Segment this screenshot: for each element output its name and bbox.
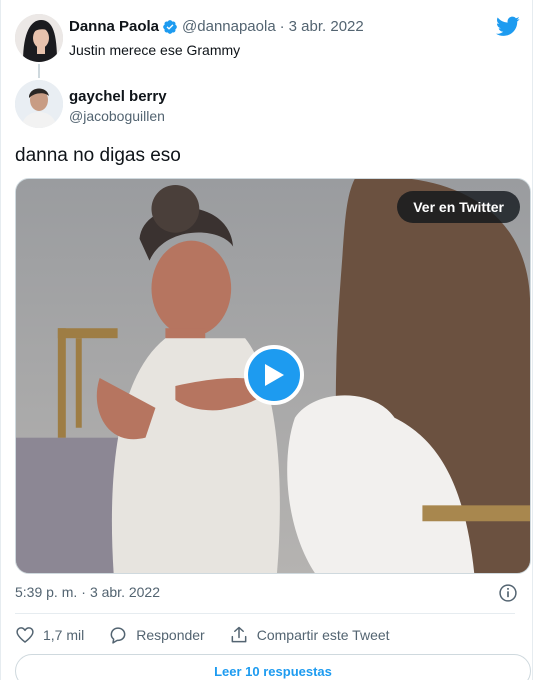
quoted-author-handle[interactable]: @dannapaola — [182, 18, 276, 35]
quoted-tweet-text: Justin merece ese Grammy — [69, 42, 241, 58]
tweet-actions: 1,7 mil Responder Compartir este Tweet — [15, 624, 414, 646]
quoted-date[interactable]: 3 abr. 2022 — [289, 18, 364, 35]
reply-label: Responder — [136, 627, 205, 643]
view-on-twitter-button[interactable]: Ver en Twitter — [397, 191, 520, 223]
author-name[interactable]: gaychel berry — [69, 88, 167, 105]
tweet-timestamp[interactable]: 5:39 p. m. · 3 abr. 2022 — [15, 584, 160, 600]
twitter-bird-icon[interactable] — [496, 14, 520, 38]
heart-icon — [16, 627, 34, 643]
like-count: 1,7 mil — [43, 627, 85, 643]
quoted-author-avatar[interactable] — [15, 14, 63, 62]
tweet-date: 3 abr. 2022 — [89, 584, 160, 600]
play-icon — [265, 364, 284, 386]
share-button[interactable]: Compartir este Tweet — [229, 625, 390, 645]
author-handle[interactable]: @jacoboguillen — [69, 108, 165, 124]
tweet-card: Danna Paola @dannapaola · 3 abr. 2022 Ju… — [0, 0, 533, 680]
quoted-tweet[interactable]: Danna Paola @dannapaola · 3 abr. 2022 Ju… — [15, 12, 515, 72]
info-icon[interactable] — [498, 583, 518, 603]
reply-button[interactable]: Responder — [108, 625, 205, 645]
play-button[interactable] — [244, 345, 304, 405]
timestamp-separator: · — [81, 584, 86, 600]
tweet-text: danna no digas eso — [15, 145, 181, 166]
quoted-separator: · — [279, 18, 285, 35]
like-button[interactable]: 1,7 mil — [15, 625, 84, 645]
thread-line — [38, 64, 40, 78]
share-icon — [231, 626, 247, 643]
quoted-author-name[interactable]: Danna Paola — [69, 18, 159, 35]
tweet-time: 5:39 p. m. — [15, 584, 78, 600]
reply-icon — [110, 627, 126, 644]
quoted-tweet-header: Danna Paola @dannapaola · 3 abr. 2022 — [69, 18, 364, 35]
author-avatar[interactable] — [15, 80, 63, 128]
tweet-author[interactable]: gaychel berry @jacoboguillen — [15, 80, 515, 130]
read-replies-button[interactable]: Leer 10 respuestas — [15, 654, 531, 680]
video-media[interactable]: Ver en Twitter — [15, 178, 531, 574]
divider — [15, 613, 515, 614]
verified-badge-icon — [163, 19, 177, 34]
share-label: Compartir este Tweet — [256, 627, 390, 643]
